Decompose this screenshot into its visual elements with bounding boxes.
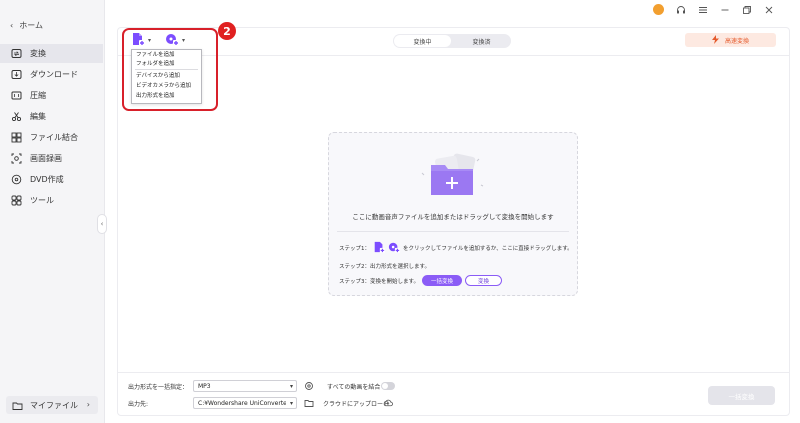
chevron-down-icon: ▾ <box>289 400 293 407</box>
drop-zone[interactable]: ここに動画音声ファイルを追加またはドラッグして変換を開始します ステップ1： を… <box>328 132 578 296</box>
sidebar-item-label: ダウンロード <box>30 70 78 79</box>
settings-gear-icon[interactable] <box>304 381 314 391</box>
menu-item-add-from-camcorder[interactable]: ビデオカメラから追加 <box>136 82 191 90</box>
step-2-text: ステップ2：出力形式を選択します。 <box>339 264 430 270</box>
home-link[interactable]: ‹ ホーム <box>10 20 43 31</box>
add-disc-icon <box>388 241 400 255</box>
tab-converted[interactable]: 変換済 <box>453 35 510 47</box>
chevron-down-icon: ▾ <box>289 383 293 390</box>
sidebar-item-merge[interactable]: ファイル結合 <box>0 128 103 147</box>
step-2: ステップ2：出力形式を選択します。 <box>339 262 430 270</box>
step-1-text: をクリックしてファイルを追加するか、ここに直接ドラッグします。 <box>403 246 573 252</box>
step-1: ステップ1： をクリックしてファイルを追加するか、ここに直接ドラッグします。 <box>339 241 573 255</box>
sidebar-item-screen-record[interactable]: 画面録画 <box>0 149 103 168</box>
drop-zone-instruction: ここに動画音声ファイルを追加またはドラッグして変換を開始します <box>352 213 554 221</box>
output-format-label: 出力形式を一括指定： <box>128 384 189 391</box>
chevron-left-icon: ‹ <box>100 220 104 228</box>
convert-icon <box>11 48 22 59</box>
output-path-select[interactable]: C:¥Wondershare UniConverter 1 ▾ <box>193 397 297 409</box>
menu-item-add-file[interactable]: ファイルを追加 <box>136 51 175 59</box>
annotation-badge: 2 <box>218 22 236 40</box>
sidebar-item-compress[interactable]: 圧縮 <box>0 86 103 105</box>
sidebar-item-label: 編集 <box>30 112 46 121</box>
compress-icon <box>11 90 22 101</box>
chevron-right-icon: › <box>86 400 90 409</box>
menu-item-add-folder[interactable]: フォルダを追加 <box>136 60 175 68</box>
merge-all-toggle[interactable] <box>381 382 395 390</box>
my-files-button[interactable]: マイファイル › <box>6 396 98 414</box>
sidebar-item-tools[interactable]: ツール <box>0 191 103 210</box>
menu-item-add-output-format[interactable]: 出力形式を追加 <box>136 92 175 100</box>
sidebar-item-edit[interactable]: 編集 <box>0 107 103 126</box>
output-path-label: 出力先: <box>128 401 149 408</box>
convert-all-pill: 一括変換 <box>421 275 462 286</box>
output-format-select[interactable]: MP3 ▾ <box>193 380 297 392</box>
add-file-icon <box>373 241 385 255</box>
add-file-menu: ファイルを追加 フォルダを追加 デバイスから追加 ビデオカメラから追加 出力形式… <box>131 49 202 104</box>
convert-pill: 変換 <box>464 275 502 286</box>
dvd-icon <box>11 174 22 185</box>
menu-item-add-from-device[interactable]: デバイスから追加 <box>136 72 180 80</box>
lightning-icon <box>711 34 719 46</box>
chevron-left-icon: ‹ <box>10 21 14 30</box>
scissors-icon <box>11 111 22 122</box>
sidebar-item-label: 圧縮 <box>30 91 46 100</box>
fast-convert-button[interactable]: 高速変換 <box>685 33 776 47</box>
download-icon <box>11 69 22 80</box>
restore-icon[interactable] <box>741 4 752 15</box>
convert-all-button[interactable]: 一括変換 <box>708 386 775 405</box>
menu-divider <box>135 69 198 70</box>
headset-icon[interactable] <box>675 4 686 15</box>
fast-convert-label: 高速変換 <box>724 37 749 45</box>
user-avatar[interactable] <box>653 4 664 15</box>
sidebar-item-label: 画面録画 <box>30 154 62 163</box>
sidebar-item-label: ツール <box>30 196 54 205</box>
sidebar-item-label: DVD作成 <box>30 175 64 184</box>
menu-icon[interactable] <box>697 4 708 15</box>
bottom-divider <box>117 372 790 373</box>
sidebar-item-download[interactable]: ダウンロード <box>0 65 103 84</box>
sidebar-item-dvd[interactable]: DVD作成 <box>0 170 103 189</box>
window-controls <box>653 4 774 15</box>
sidebar-item-convert[interactable]: 変換 <box>0 44 103 63</box>
output-path-value: C:¥Wondershare UniConverter 1 <box>198 399 286 407</box>
output-format-value: MP3 <box>198 382 211 390</box>
sidebar: ‹ ホーム 変換 ダウンロード 圧縮 編集 ファイル結合 画面録画 DVD作成 … <box>0 0 105 423</box>
merge-icon <box>11 132 22 143</box>
folder-icon <box>12 400 23 411</box>
step-3-text: ステップ3：変換を開始します。 <box>339 278 419 285</box>
cloud-upload-label: クラウドにアップロード <box>323 401 390 408</box>
tools-icon <box>11 195 22 206</box>
folder-add-icon <box>417 151 489 201</box>
home-label: ホーム <box>19 21 43 30</box>
screen-record-icon <box>11 153 22 164</box>
tab-converting[interactable]: 変換中 <box>394 35 451 47</box>
drop-zone-divider <box>337 231 569 232</box>
open-folder-icon[interactable] <box>304 398 314 408</box>
sidebar-collapse-button[interactable]: ‹ <box>97 214 107 234</box>
step-1-label: ステップ1： <box>339 246 370 252</box>
merge-all-label: すべての動画を結合 <box>327 384 381 391</box>
close-icon[interactable] <box>763 4 774 15</box>
step-3: ステップ3：変換を開始します。 一括変換 変換 <box>339 275 502 286</box>
conversion-tabs: 変換中 変換済 <box>393 34 511 48</box>
sidebar-item-label: 変換 <box>30 49 46 58</box>
minimize-icon[interactable] <box>719 4 730 15</box>
sidebar-item-label: ファイル結合 <box>30 133 78 142</box>
cloud-upload-icon[interactable] <box>383 398 393 408</box>
my-files-label: マイファイル <box>30 400 78 410</box>
